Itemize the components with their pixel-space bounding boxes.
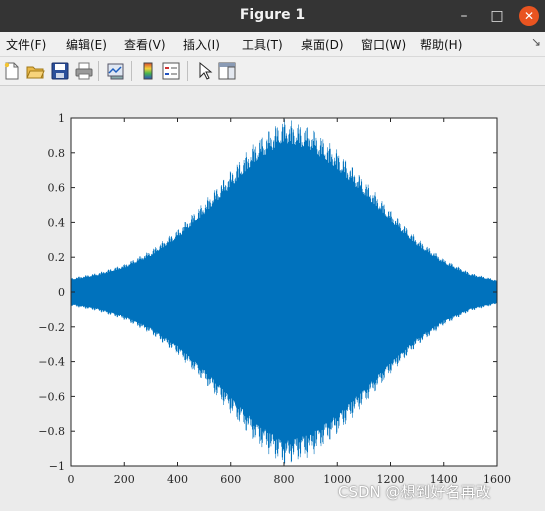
plot-svg: 0 200 400 600 800 1000 1200 1400 1600 −1−0.8−0.6…: [38, 112, 511, 486]
y-tick-label: 0.6: [48, 182, 66, 195]
x-tick-label: 200: [114, 473, 135, 486]
y-tick-label: −0.2: [38, 321, 65, 334]
x-tick-label: 0: [68, 473, 75, 486]
y-tick-label: 1: [58, 112, 65, 125]
y-tick-label: 0.4: [48, 216, 66, 229]
watermark-text: CSDN @想到好名再改: [338, 483, 491, 501]
x-tick-label: 400: [167, 473, 188, 486]
y-tick-label: −0.8: [38, 425, 65, 438]
y-tick-label: 0: [58, 286, 65, 299]
x-tick-label: 800: [274, 473, 295, 486]
y-tick-label: −0.6: [38, 390, 65, 403]
y-tick-label: −1: [49, 460, 65, 473]
y-tick-label: 0.2: [48, 251, 66, 264]
x-tick-label: 600: [220, 473, 241, 486]
y-tick-label: 0.8: [48, 147, 66, 160]
y-tick-label: −0.4: [38, 356, 65, 369]
